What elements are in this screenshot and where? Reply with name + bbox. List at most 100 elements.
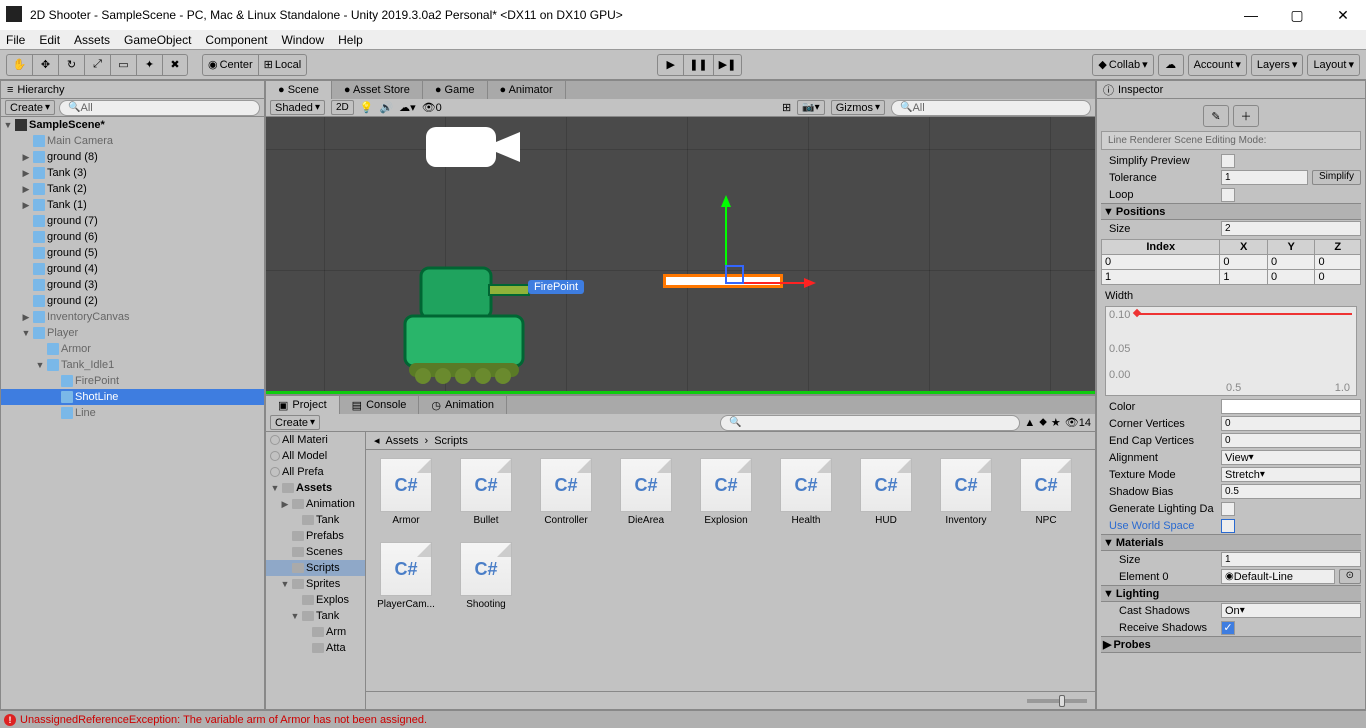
rotate-tool[interactable]: ↻ (58, 54, 84, 76)
cast-shadows-dropdown[interactable]: On ▾ (1221, 603, 1361, 618)
hierarchy-item[interactable]: ground (4) (1, 261, 264, 277)
hierarchy-search-input[interactable]: 🔍All (59, 100, 260, 116)
scene-tab-animator[interactable]: ● Animator (488, 81, 566, 99)
add-point-button[interactable]: ＋ (1233, 105, 1259, 127)
project-tree-item[interactable]: Tank (266, 512, 365, 528)
menu-window[interactable]: Window (281, 33, 324, 47)
hierarchy-tab[interactable]: ≡ Hierarchy (1, 81, 264, 99)
shading-dropdown[interactable]: Shaded ▾ (270, 100, 325, 115)
corner-vertices-field[interactable]: 0 (1221, 416, 1361, 431)
light-icon[interactable]: 💡 (360, 101, 374, 114)
scale-tool[interactable]: ⤢ (84, 54, 110, 76)
project-tree-item[interactable]: Explos (266, 592, 365, 608)
project-tree-item[interactable]: Scenes (266, 544, 365, 560)
status-bar[interactable]: ! UnassignedReferenceException: The vari… (0, 710, 1366, 728)
pause-button[interactable]: ❚❚ (683, 54, 712, 76)
hierarchy-item[interactable]: ground (3) (1, 277, 264, 293)
star-icon[interactable]: ★ (1051, 416, 1061, 429)
translate-gizmo[interactable] (718, 193, 828, 293)
end-cap-vertices-field[interactable]: 0 (1221, 433, 1361, 448)
project-tree-item[interactable]: Scripts (266, 560, 365, 576)
hierarchy-scene[interactable]: ▼ SampleScene* (1, 117, 264, 133)
scene-view[interactable]: FirePoint (266, 117, 1095, 394)
account-dropdown[interactable]: Account ▾ (1188, 54, 1247, 76)
rect-tool[interactable]: ▭ (110, 54, 136, 76)
color-field[interactable] (1221, 399, 1361, 414)
element-0-field[interactable]: ◉ Default-Line (1221, 569, 1335, 584)
project-tree-item[interactable]: Prefabs (266, 528, 365, 544)
hierarchy-item[interactable]: ground (7) (1, 213, 264, 229)
materials-section[interactable]: ▼ Materials (1101, 534, 1361, 551)
element-0-picker[interactable]: ⊙ (1339, 569, 1361, 584)
hierarchy-item[interactable]: ShotLine (1, 389, 264, 405)
project-file[interactable]: C#Explosion (694, 458, 758, 526)
width-curve-editor[interactable]: 0.10 0.05 0.00 0.5 1.0 (1105, 306, 1357, 396)
hierarchy-item[interactable]: ground (5) (1, 245, 264, 261)
scene-tab-scene[interactable]: ● Scene (266, 81, 332, 99)
hierarchy-item[interactable]: ground (2) (1, 293, 264, 309)
project-file[interactable]: C#NPC (1014, 458, 1078, 526)
scene-tab-asset-store[interactable]: ● Asset Store (332, 81, 423, 99)
close-button[interactable]: ✕ (1320, 0, 1366, 30)
hierarchy-item[interactable]: Main Camera (1, 133, 264, 149)
inspector-tab[interactable]: ⓘ Inspector (1097, 81, 1365, 99)
hierarchy-item[interactable]: ▶ InventoryCanvas (1, 309, 264, 325)
project-tree-item[interactable]: ▶ Animation (266, 496, 365, 512)
project-breadcrumb[interactable]: ◂ Assets › Scripts (366, 432, 1095, 450)
use-world-space-checkbox[interactable] (1221, 519, 1235, 533)
hierarchy-create-dropdown[interactable]: Create ▾ (5, 100, 55, 115)
move-tool[interactable]: ✥ (32, 54, 58, 76)
project-tree-item[interactable]: ▼ Sprites (266, 576, 365, 592)
pivot-center-toggle[interactable]: ◉ Center (202, 54, 258, 76)
custom-tool[interactable]: ✖ (162, 54, 188, 76)
menu-assets[interactable]: Assets (74, 33, 110, 47)
hierarchy-item[interactable]: ground (6) (1, 229, 264, 245)
hierarchy-item[interactable]: Armor (1, 341, 264, 357)
project-search-input[interactable]: 🔍 (720, 415, 1020, 431)
shadow-bias-field[interactable]: 0.5 (1221, 484, 1361, 499)
hidden-icon[interactable]: 👁14 (1065, 416, 1091, 429)
menu-component[interactable]: Component (205, 33, 267, 47)
generate-lighting-checkbox[interactable] (1221, 502, 1235, 516)
probes-section[interactable]: ▶ Probes (1101, 636, 1361, 653)
project-file[interactable]: C#HUD (854, 458, 918, 526)
project-tab[interactable]: ▣ Project (266, 396, 340, 414)
grid-snap-icon[interactable]: ⊞ (782, 101, 791, 114)
cloud-button[interactable]: ☁ (1158, 54, 1184, 76)
transform-tool[interactable]: ✦ (136, 54, 162, 76)
menu-help[interactable]: Help (338, 33, 363, 47)
project-file[interactable]: C#Armor (374, 458, 438, 526)
hand-tool[interactable]: ✋ (6, 54, 32, 76)
project-file[interactable]: C#PlayerCam... (374, 542, 438, 610)
loop-checkbox[interactable] (1221, 188, 1235, 202)
project-file[interactable]: C#Shooting (454, 542, 518, 610)
camera-icon[interactable]: 📷▾ (797, 100, 824, 115)
pivot-local-toggle[interactable]: ⊞ Local (258, 54, 308, 76)
project-tree-item[interactable]: All Prefa (266, 464, 365, 480)
texture-mode-dropdown[interactable]: Stretch ▾ (1221, 467, 1361, 482)
simplify-preview-checkbox[interactable] (1221, 154, 1235, 168)
project-tree-item[interactable]: Arm (266, 624, 365, 640)
positions-section[interactable]: ▼ Positions (1101, 203, 1361, 220)
project-file[interactable]: C#Controller (534, 458, 598, 526)
edit-points-button[interactable]: ✎ (1203, 105, 1229, 127)
collab-dropdown[interactable]: ◆ Collab ▾ (1092, 54, 1153, 76)
layers-dropdown[interactable]: Layers ▾ (1251, 54, 1304, 76)
hierarchy-item[interactable]: ▼ Tank_Idle1 (1, 357, 264, 373)
play-button[interactable]: ▶ (657, 54, 683, 76)
audio-icon[interactable]: 🔊 (379, 101, 393, 114)
materials-size-field[interactable]: 1 (1221, 552, 1361, 567)
hierarchy-item[interactable]: ▼ Player (1, 325, 264, 341)
step-button[interactable]: ▶❚ (713, 54, 743, 76)
project-file[interactable]: C#Inventory (934, 458, 998, 526)
hierarchy-item[interactable]: ▶ ground (8) (1, 149, 264, 165)
mode-2d-toggle[interactable]: 2D (331, 100, 354, 115)
layout-dropdown[interactable]: Layout ▾ (1307, 54, 1360, 76)
lighting-section[interactable]: ▼ Lighting (1101, 585, 1361, 602)
project-file[interactable]: C#Health (774, 458, 838, 526)
animation-tab[interactable]: ◷ Animation (419, 396, 507, 414)
fx-icon[interactable]: ☁▾ (399, 101, 416, 114)
hierarchy-item[interactable]: ▶ Tank (1) (1, 197, 264, 213)
tolerance-field[interactable]: 1 (1221, 170, 1308, 185)
alignment-dropdown[interactable]: View ▾ (1221, 450, 1361, 465)
